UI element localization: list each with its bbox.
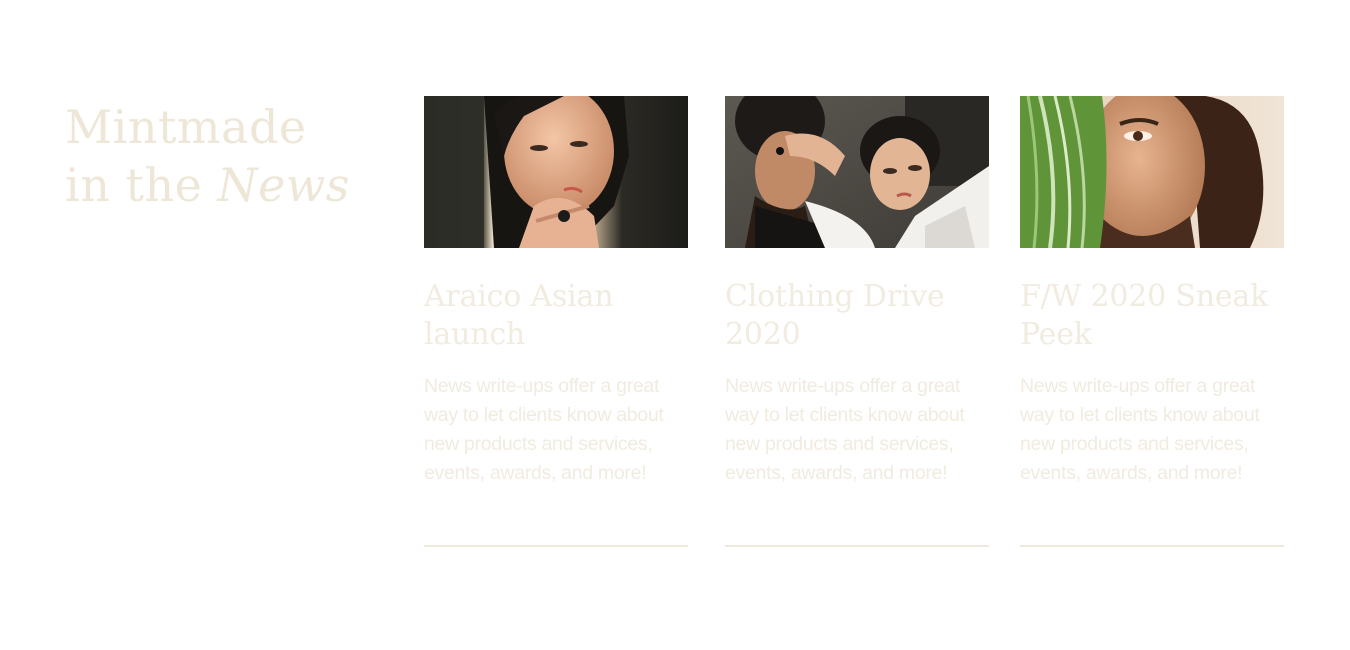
news-card-title[interactable]: F/W 2020 Sneak Peek [1020,278,1284,354]
news-card-description: News write-ups offer a great way to let … [725,375,965,484]
news-card-clothing-drive[interactable]: Clothing Drive 2020 News write-ups offer… [725,96,989,547]
news-card-image[interactable] [1020,96,1284,248]
section-heading: Mintmade in the News [65,98,350,214]
card-divider [1020,545,1284,547]
man-behind-leaf-photo [1020,96,1284,248]
heading-line-1: Mintmade [65,100,307,154]
news-card-image[interactable] [725,96,989,248]
news-card-description: News write-ups offer a great way to let … [1020,375,1260,484]
portrait-woman-photo [424,96,688,248]
news-card-title[interactable]: Araico Asian launch [424,278,688,354]
news-card-image[interactable] [424,96,688,248]
card-divider [424,545,688,547]
heading-prefix: in the [65,158,203,212]
news-card-title[interactable]: Clothing Drive 2020 [725,278,989,354]
news-card-description: News write-ups offer a great way to let … [424,375,664,484]
heading-line-2: in the News [65,156,350,214]
news-card-araico[interactable]: Araico Asian launch News write-ups offer… [424,96,688,547]
card-divider [725,545,989,547]
heading-italic-word: News [217,158,350,212]
news-section: Mintmade in the News Araico Asian launch… [0,0,1350,650]
news-card-fw-2020[interactable]: F/W 2020 Sneak Peek News write-ups offer… [1020,96,1284,547]
couple-fashion-photo [725,96,989,248]
